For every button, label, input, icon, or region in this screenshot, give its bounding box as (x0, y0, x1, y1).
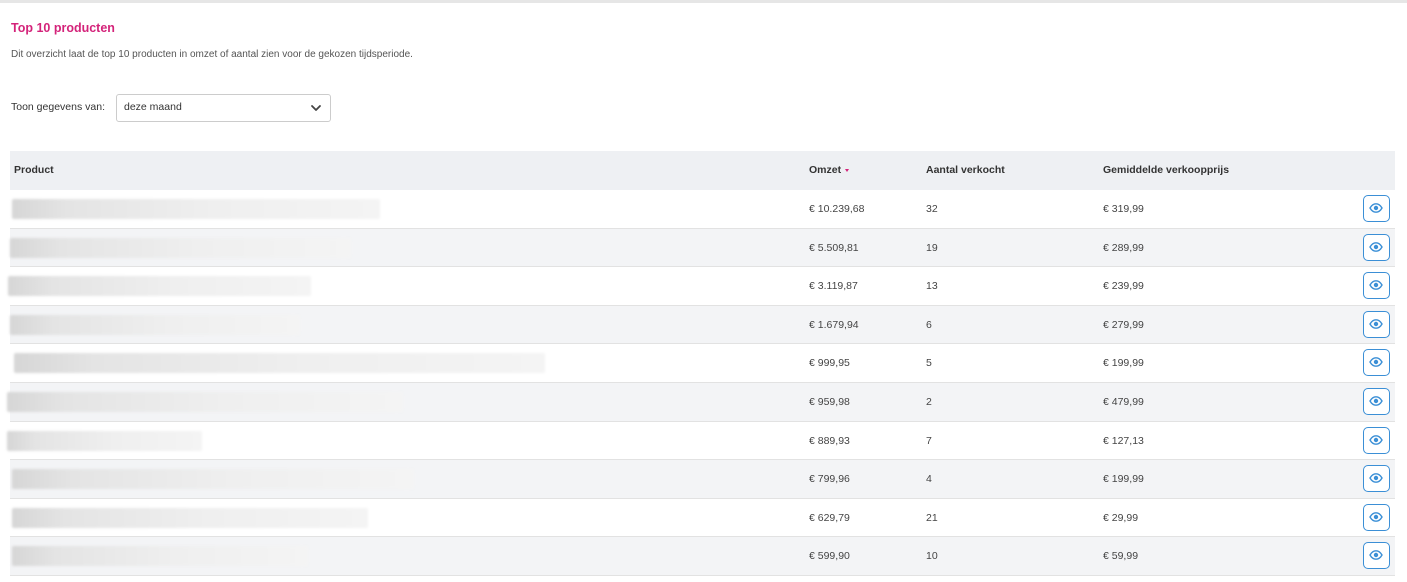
table-row: € 999,95 5 € 199,99 (10, 344, 1395, 383)
cell-gemiddelde: € 127,13 (1103, 434, 1144, 447)
view-product-button[interactable] (1363, 542, 1390, 570)
view-product-button[interactable] (1363, 195, 1390, 222)
page-description: Dit overzicht laat de top 10 producten i… (11, 49, 413, 60)
cell-gemiddelde: € 319,99 (1103, 203, 1144, 215)
product-name-redacted (12, 546, 308, 567)
chevron-down-icon (311, 105, 321, 111)
cell-omzet: € 10.239,68 (809, 203, 865, 215)
eye-icon (1369, 203, 1383, 213)
column-header-omzet-label: Omzet (809, 164, 842, 176)
product-name-redacted (10, 314, 300, 335)
top-products-table: Product Omzet Aantal verkocht Gemiddelde… (7, 151, 1395, 576)
cell-gemiddelde: € 239,99 (1103, 280, 1144, 293)
table-row: € 3.119,87 13 € 239,99 (8, 267, 1395, 306)
eye-icon (1369, 318, 1383, 329)
product-name-redacted (7, 391, 403, 412)
view-product-button[interactable] (1363, 349, 1390, 377)
cell-aantal: 4 (926, 473, 932, 486)
product-name-redacted (7, 430, 202, 451)
cell-omzet: € 3.119,87 (809, 280, 858, 293)
cell-omzet: € 999,95 (809, 357, 850, 370)
eye-icon (1369, 434, 1383, 445)
view-product-button[interactable] (1363, 387, 1390, 415)
table-row: € 959,98 2 € 479,99 (7, 382, 1395, 422)
view-product-button[interactable] (1363, 426, 1390, 454)
view-product-button[interactable] (1363, 272, 1390, 300)
cell-omzet: € 1.679,94 (809, 318, 859, 331)
table-body: € 10.239,68 32 € 319,99 € 5.509,81 19 € 289,9… (7, 190, 1395, 576)
table-header: Product Omzet Aantal verkocht Gemiddelde… (10, 151, 1395, 190)
cell-gemiddelde: € 199,99 (1103, 473, 1144, 486)
cell-omzet: € 5.509,81 (809, 241, 859, 254)
cell-gemiddelde: € 279,99 (1103, 318, 1144, 331)
cell-aantal: 10 (926, 550, 938, 563)
view-product-button[interactable] (1363, 465, 1390, 493)
product-name-redacted (12, 507, 368, 528)
cell-omzet: € 889,93 (809, 434, 850, 447)
product-name-redacted (14, 353, 545, 374)
eye-icon (1369, 396, 1383, 406)
table-row: € 5.509,81 19 € 289,99 (10, 228, 1395, 268)
cell-omzet: € 629,79 (809, 511, 850, 524)
cell-gemiddelde: € 289,99 (1103, 241, 1144, 254)
column-header-product[interactable]: Product (14, 164, 54, 176)
column-header-gemiddelde[interactable]: Gemiddelde verkoopprijs (1103, 164, 1229, 176)
view-product-button[interactable] (1363, 233, 1390, 261)
product-name-redacted (10, 237, 351, 258)
period-filter-label: Toon gegevens van: (11, 101, 105, 113)
cell-aantal: 13 (926, 280, 938, 293)
table-row: € 799,96 4 € 199,99 (10, 460, 1395, 499)
cell-gemiddelde: € 59,99 (1103, 550, 1139, 563)
top-border (0, 0, 1407, 3)
cell-aantal: 6 (926, 318, 932, 331)
page-title: Top 10 producten (11, 21, 115, 35)
cell-omzet: € 599,90 (809, 550, 850, 563)
table-row: € 10.239,68 32 € 319,99 (10, 190, 1395, 229)
cell-aantal: 19 (926, 241, 938, 254)
eye-icon (1369, 241, 1383, 252)
cell-aantal: 7 (926, 434, 932, 447)
period-select-value: deze maand (124, 101, 182, 113)
column-header-aantal[interactable]: Aantal verkocht (926, 164, 1005, 176)
eye-icon (1369, 550, 1383, 561)
period-select[interactable]: deze maand (116, 94, 331, 122)
product-name-redacted (12, 199, 380, 219)
view-product-button[interactable] (1363, 503, 1390, 531)
cell-aantal: 5 (926, 357, 932, 370)
table-row: € 1.679,94 6 € 279,99 (10, 305, 1395, 345)
table-row: € 599,90 10 € 59,99 (10, 537, 1395, 576)
cell-aantal: 2 (926, 395, 932, 408)
cell-gemiddelde: € 479,99 (1103, 395, 1144, 408)
table-row: € 629,79 21 € 29,99 (10, 498, 1395, 538)
cell-aantal: 32 (926, 203, 938, 215)
cell-gemiddelde: € 199,99 (1103, 357, 1144, 370)
sort-desc-icon (845, 168, 850, 172)
eye-icon (1369, 280, 1383, 291)
cell-aantal: 21 (926, 511, 938, 524)
cell-gemiddelde: € 29,99 (1103, 511, 1139, 524)
product-name-redacted (8, 276, 311, 297)
eye-icon (1369, 511, 1383, 522)
cell-omzet: € 799,96 (809, 473, 850, 486)
eye-icon (1369, 357, 1383, 368)
table-row: € 889,93 7 € 127,13 (7, 421, 1395, 461)
cell-omzet: € 959,98 (809, 395, 850, 408)
column-header-omzet[interactable]: Omzet (809, 164, 850, 176)
product-name-redacted (12, 469, 414, 490)
eye-icon (1369, 473, 1383, 484)
view-product-button[interactable] (1363, 310, 1390, 338)
